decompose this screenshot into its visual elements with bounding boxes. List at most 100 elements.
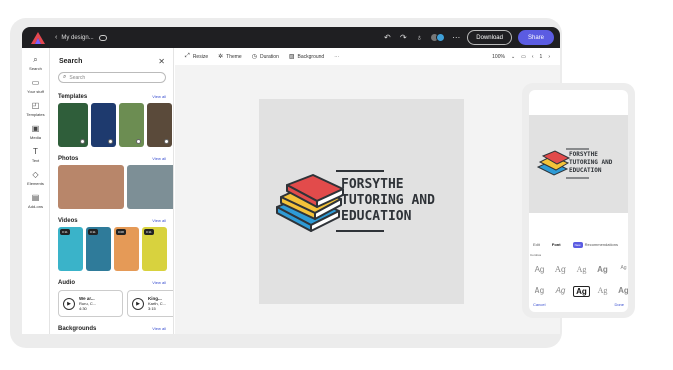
template-thumbnail[interactable] — [91, 103, 116, 147]
rail-item-media[interactable]: ▣ Media — [22, 124, 49, 140]
font-option[interactable]: Ag — [552, 286, 569, 297]
close-icon[interactable]: ✕ — [158, 57, 165, 66]
ellipsis-icon[interactable]: ⋯ — [451, 33, 461, 42]
duration-button[interactable]: ◷ Duration — [251, 53, 279, 61]
rail-item-text[interactable]: T Text — [22, 147, 49, 163]
font-row-2: Ag Ag Ag Ag Ag — [531, 286, 628, 297]
view-all-backgrounds-link[interactable]: View all — [152, 326, 166, 331]
phone-artboard[interactable]: FORSYTHE TUTORING AND EDUCATION — [529, 115, 628, 213]
font-option[interactable]: Ag — [615, 265, 628, 274]
tab-edit[interactable]: Edit — [533, 242, 540, 247]
logo-line-2[interactable]: TUTORING AND — [341, 194, 435, 208]
logo-line-1[interactable]: FORSYTHE — [341, 178, 404, 192]
rail-item-search[interactable]: ⌕ Search — [22, 55, 49, 71]
cancel-button[interactable]: Cancel — [533, 302, 545, 307]
resize-icon: ⤢ — [185, 53, 190, 59]
font-option-selected[interactable]: Ag — [573, 286, 590, 297]
background-label: Background — [297, 53, 325, 60]
rail-label: Search — [29, 66, 42, 71]
view-all-templates-link[interactable]: View all — [152, 94, 166, 99]
done-button[interactable]: Done — [614, 302, 624, 307]
view-all-videos-link[interactable]: View all — [152, 218, 166, 223]
duration-badge: 0:08 — [116, 229, 126, 235]
play-icon[interactable]: ▶ — [132, 297, 144, 310]
audio-card[interactable]: ▶ We ar... Ruru, C... 4:30 — [58, 290, 123, 317]
tab-font[interactable]: Font — [552, 242, 561, 247]
view-all-audio-link[interactable]: View all — [152, 280, 166, 285]
download-button[interactable]: Download — [467, 30, 512, 45]
app-logo-icon[interactable] — [31, 31, 45, 44]
pages-icon[interactable]: ▭ — [521, 54, 526, 60]
video-thumbnail[interactable]: 0:11 — [58, 227, 83, 271]
page-number: 1 — [539, 53, 543, 60]
duration-badge: 0:11 — [60, 229, 70, 235]
phone-logo-line-3: EDUCATION — [569, 167, 602, 174]
ellipsis-icon: ⋯ — [334, 53, 340, 60]
folder-icon: ▭ — [31, 78, 40, 87]
rail-label: Your stuff — [27, 89, 44, 94]
play-icon[interactable]: ▶ — [63, 297, 75, 310]
chevron-left-icon[interactable]: ‹ — [55, 34, 57, 41]
panel-title: Search — [59, 58, 83, 65]
logo-line-3[interactable]: EDUCATION — [341, 210, 411, 224]
document-title[interactable]: My design... — [61, 35, 93, 41]
search-placeholder: Search — [69, 74, 86, 81]
search-input[interactable]: ⌕ Search — [58, 72, 166, 83]
video-thumbnail[interactable]: 0:08 — [114, 227, 139, 271]
search-panel: Search ✕ ⌕ Search Templates View all Pho… — [51, 48, 174, 334]
font-option[interactable]: Ag — [594, 265, 611, 274]
audio-card[interactable]: ▶ King... Karth, C... 3:15 — [127, 290, 173, 317]
share-button[interactable]: Share — [517, 30, 554, 45]
more-options-button[interactable]: ⋯ — [334, 54, 339, 60]
font-option[interactable]: Ag — [531, 286, 548, 297]
rail-item-addons[interactable]: ▤ Add-ons — [22, 193, 49, 209]
template-thumbnail[interactable] — [119, 103, 144, 147]
font-option[interactable]: Ag — [573, 265, 590, 274]
photo-thumbnail[interactable] — [58, 165, 124, 209]
rail-item-templates[interactable]: ◰ Templates — [22, 101, 49, 117]
collaborators[interactable] — [430, 33, 446, 42]
background-button[interactable]: ▨ Background — [289, 53, 325, 61]
rail-item-your-stuff[interactable]: ▭ Your stuff — [22, 78, 49, 94]
resize-button[interactable]: ⤢ Resize — [185, 53, 208, 60]
rail-label: Media — [30, 135, 41, 140]
avatar[interactable] — [436, 33, 446, 42]
rail-label: Templates — [26, 112, 45, 117]
undo-icon[interactable]: ↶ — [382, 33, 392, 42]
redo-icon[interactable]: ↷ — [398, 33, 408, 42]
theme-label: Theme — [226, 53, 242, 60]
zoom-level[interactable]: 100% — [492, 54, 505, 60]
chevron-right-icon[interactable]: › — [548, 54, 550, 60]
theme-icon: ✲ — [218, 54, 224, 60]
font-row-1: Ag Ag Ag Ag Ag — [531, 265, 628, 274]
video-thumbnail[interactable]: 0:11 — [86, 227, 111, 271]
font-option[interactable]: Ag — [531, 265, 548, 274]
rail-item-elements[interactable]: ◇ Elements — [22, 170, 49, 186]
new-badge: New — [572, 242, 583, 248]
photo-thumbnail[interactable] — [127, 165, 173, 209]
breadcrumb[interactable]: ‹ My design... — [55, 34, 107, 41]
canvas-toolbar: ⤢ Resize ✲ Theme ◷ Duration ▨ Background ⋯ 1… — [175, 48, 560, 65]
clock-icon: ◷ — [251, 54, 257, 60]
phone-logo-line-2: TUTORING AND — [569, 159, 613, 166]
section-title-templates: Templates — [58, 94, 88, 100]
addons-icon: ▤ — [31, 193, 40, 202]
chevron-down-icon[interactable]: ⌄ — [511, 54, 515, 60]
template-thumbnail[interactable] — [147, 103, 172, 147]
rail-label: Elements — [27, 181, 44, 186]
font-option[interactable]: Ag — [552, 265, 569, 274]
duration-badge: 0:11 — [144, 229, 154, 235]
section-title-audio: Audio — [58, 280, 75, 286]
template-thumbnail[interactable] — [58, 103, 88, 147]
lightbulb-icon[interactable]: ♁ — [414, 33, 424, 42]
view-all-photos-link[interactable]: View all — [152, 156, 166, 161]
phone-logo-line-1: FORSYTHE — [569, 151, 598, 158]
chevron-left-icon[interactable]: ‹ — [532, 54, 534, 60]
artboard[interactable]: FORSYTHE TUTORING AND EDUCATION — [259, 99, 464, 304]
font-option[interactable]: Ag — [594, 286, 611, 297]
tab-recommendations[interactable]: New Recommendations — [572, 242, 618, 248]
font-option[interactable]: Ag — [615, 286, 628, 297]
text-icon: T — [33, 147, 38, 156]
theme-button[interactable]: ✲ Theme — [218, 53, 242, 61]
video-thumbnail[interactable]: 0:11 — [142, 227, 167, 271]
